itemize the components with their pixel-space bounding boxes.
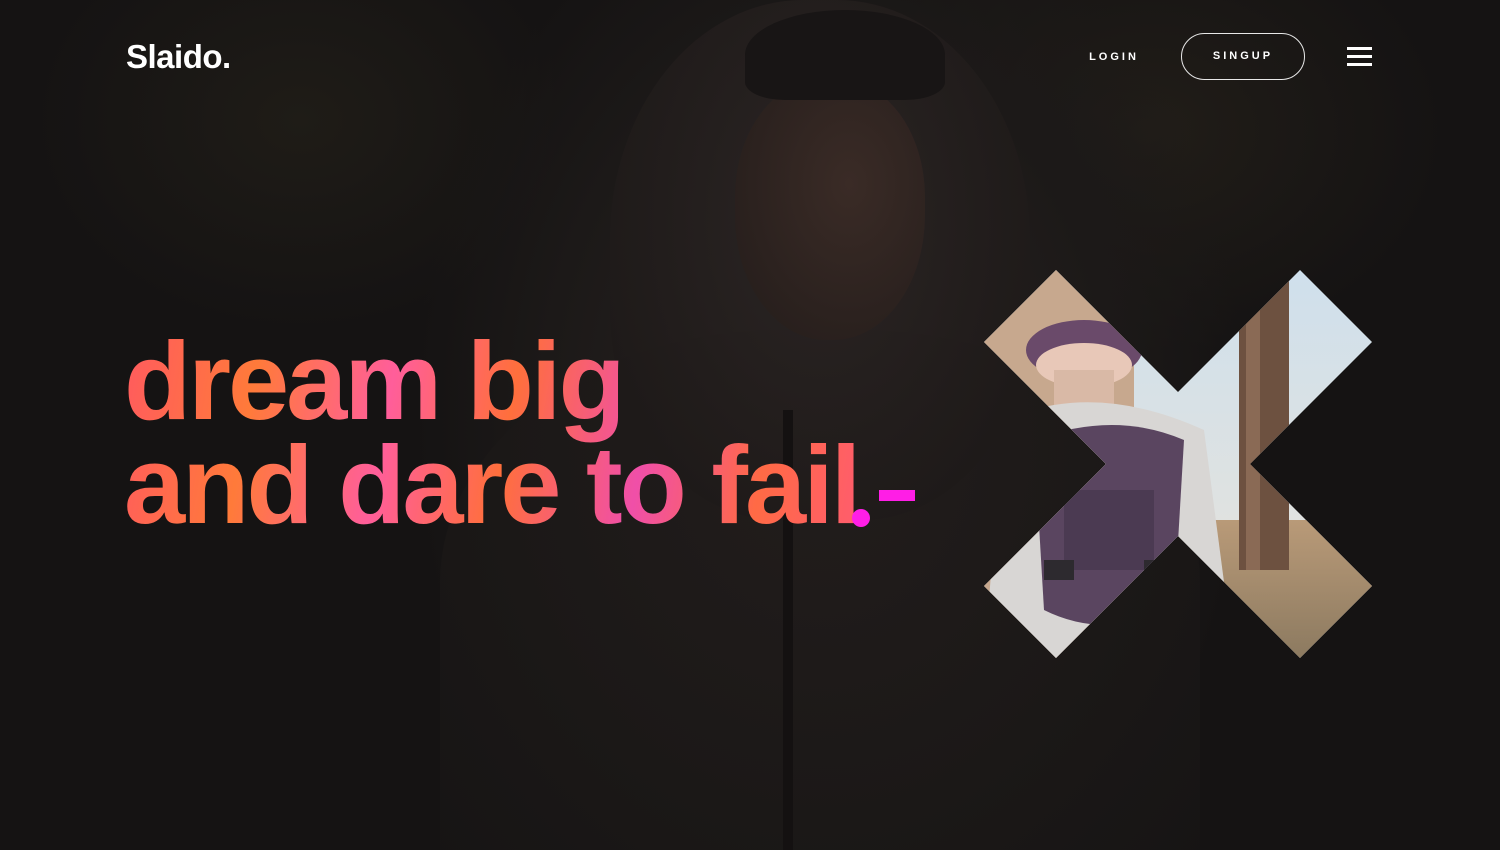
hero-headline: dream big and dare to fail: [124, 330, 858, 538]
hamburger-menu-icon[interactable]: [1347, 46, 1373, 68]
signup-button[interactable]: SINGUP: [1181, 33, 1305, 80]
accent-dot: [852, 509, 870, 527]
menu-line: [1347, 63, 1372, 66]
accent-dash: [879, 490, 915, 501]
menu-line: [1347, 55, 1372, 58]
figure-face: [735, 80, 925, 340]
logo[interactable]: Slaido.: [126, 38, 231, 76]
landing-page: Slaido. LOGIN SINGUP dream big and dare …: [0, 0, 1500, 850]
headline-line-2: and dare to fail: [124, 424, 859, 547]
headline-line-1: dream big: [124, 320, 623, 443]
figure-cap: [745, 10, 945, 100]
login-link[interactable]: LOGIN: [1068, 48, 1160, 66]
menu-line: [1347, 47, 1372, 50]
x-photo-mask: [984, 270, 1372, 658]
